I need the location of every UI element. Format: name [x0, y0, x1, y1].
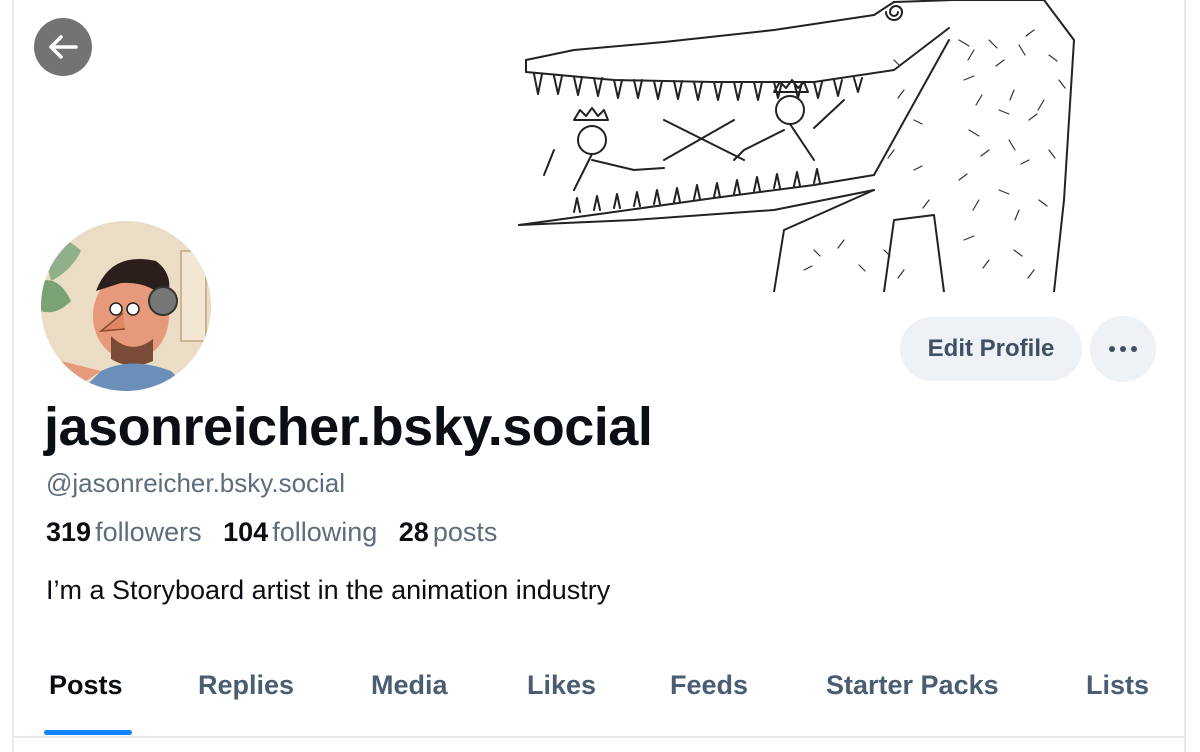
tab-posts[interactable]: Posts	[49, 670, 123, 701]
profile-tabs: Posts Replies Media Likes Feeds Starter …	[14, 650, 1184, 738]
tab-likes[interactable]: Likes	[527, 670, 596, 701]
edit-profile-button[interactable]: Edit Profile	[900, 317, 1082, 381]
avatar[interactable]	[38, 218, 214, 394]
posts-count: 28	[398, 517, 429, 547]
active-tab-indicator	[44, 730, 132, 735]
back-button[interactable]	[34, 18, 92, 76]
posts-label: posts	[432, 517, 498, 547]
profile-handle: @jasonreicher.bsky.social	[46, 468, 346, 498]
profile-bio: I’m a Storyboard artist in the animation…	[46, 575, 611, 605]
following-label: following	[272, 517, 378, 547]
ellipsis-icon	[1109, 346, 1137, 352]
tab-replies[interactable]: Replies	[198, 670, 294, 701]
more-options-button[interactable]	[1090, 316, 1156, 382]
profile-page: Edit Profile jasonreicher.bsky.social @j…	[12, 0, 1186, 752]
followers-label: followers	[95, 517, 202, 547]
arrow-left-icon	[49, 35, 78, 59]
followers-link[interactable]: 319 followers	[46, 517, 223, 547]
profile-stats: 319 followers 104 following 28 posts	[46, 517, 511, 548]
following-link[interactable]: 104 following	[223, 517, 399, 547]
tab-starter-packs[interactable]: Starter Packs	[826, 670, 999, 701]
followers-count: 319	[46, 517, 92, 547]
tab-media[interactable]: Media	[371, 670, 448, 701]
tab-feeds[interactable]: Feeds	[670, 670, 748, 701]
tabs-divider	[14, 736, 1184, 738]
posts-stat: 28 posts	[399, 517, 512, 547]
avatar-illustration	[41, 221, 211, 391]
tab-lists[interactable]: Lists	[1086, 670, 1149, 701]
display-name: jasonreicher.bsky.social	[44, 397, 653, 457]
following-count: 104	[223, 517, 269, 547]
